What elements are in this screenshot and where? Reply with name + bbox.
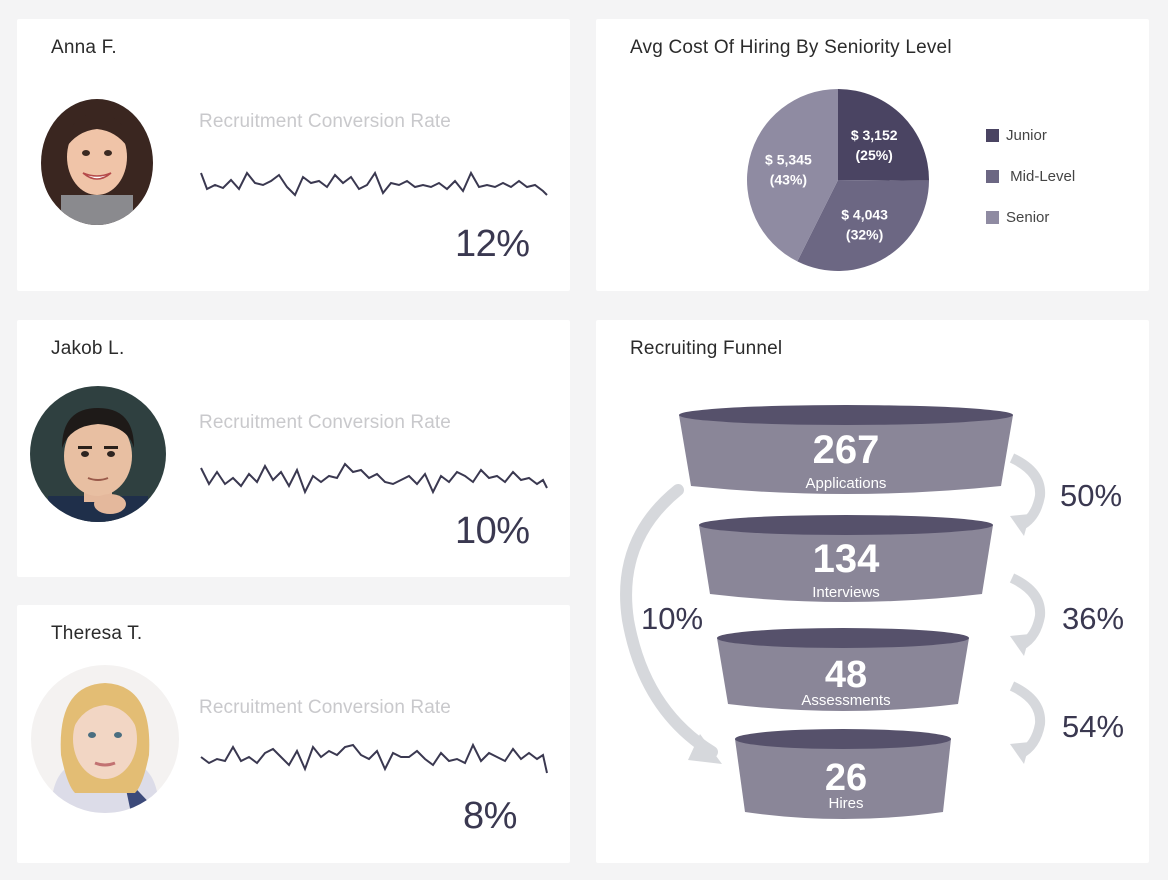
legend-item-senior[interactable]: Senior (986, 207, 1075, 227)
sparkline (200, 462, 548, 495)
slice-percent-label: (43%) (770, 171, 807, 187)
stage-label: Assessments (801, 692, 890, 709)
man-dark-hair-portrait-icon (30, 386, 166, 522)
metric-label: Recruitment Conversion Rate (199, 412, 451, 433)
step-rate-interviews-to-assessments: 36% (1062, 601, 1125, 636)
stage-number: 26 (825, 757, 867, 799)
stage-label: Hires (828, 795, 863, 812)
sparkline (200, 170, 548, 197)
pie-chart-title: Avg Cost Of Hiring By Seniority Level (630, 37, 952, 58)
stage-label: Interviews (812, 584, 880, 601)
overall-conversion-rate: 10% (641, 601, 704, 636)
legend-swatch (986, 169, 999, 183)
avatar (39, 91, 155, 225)
stage-number: 134 (813, 537, 880, 581)
person-name: Jakob L. (51, 338, 125, 359)
woman-brunette-portrait-icon (39, 91, 155, 225)
cost-by-seniority-card: Avg Cost Of Hiring By Seniority Level $ … (596, 19, 1149, 291)
funnel-diagram: 267 Applications 134 Interviews 48 Asses… (620, 405, 1046, 819)
conversion-rate-value: 12% (455, 223, 530, 265)
legend-item-mid-level[interactable]: Mid-Level (986, 166, 1075, 186)
step-rate-assessments-to-hires: 54% (1062, 709, 1125, 744)
legend-label: Junior (1006, 126, 1047, 144)
step-arrowhead-icon (1010, 742, 1030, 764)
pie-chart: $ 3,152 (25%) $ 4,043 (32%) $ 5,345 (43%) (747, 89, 929, 271)
person-card-theresa: Theresa T. Recruitment Conversion Rate 8… (17, 605, 570, 863)
stage-number: 48 (825, 654, 867, 696)
legend-item-junior[interactable]: Junior (986, 125, 1075, 145)
step-arrowhead-icon (1010, 634, 1030, 656)
legend-swatch (986, 128, 999, 142)
conversion-rate-value: 8% (463, 795, 517, 837)
stage-label: Applications (806, 475, 887, 492)
sparkline (200, 742, 548, 774)
person-card-anna: Anna F. Recruitment Conversion Rate 12% (17, 19, 570, 291)
slice-amount-label: $ 5,345 (765, 151, 812, 167)
person-name: Anna F. (51, 37, 117, 58)
slice-percent-label: (25%) (856, 147, 893, 163)
pie-legend: Junior Mid-Level Senior (986, 125, 1075, 248)
person-card-jakob: Jakob L. Recruitment Conversion Rate 10% (17, 320, 570, 577)
recruiting-funnel-card: Recruiting Funnel 267 Applications 134 I… (596, 320, 1149, 863)
step-rate-applications-to-interviews: 50% (1060, 478, 1123, 513)
step-arrowhead-icon (1010, 514, 1030, 536)
legend-label: Senior (1006, 208, 1050, 226)
woman-blonde-portrait-icon (31, 665, 179, 813)
slice-amount-label: $ 4,043 (841, 206, 888, 222)
conversion-rate-value: 10% (455, 510, 530, 552)
person-name: Theresa T. (51, 623, 143, 644)
slice-percent-label: (32%) (846, 226, 883, 242)
avatar (31, 665, 179, 813)
slice-amount-label: $ 3,152 (851, 127, 898, 143)
stage-number: 267 (813, 428, 880, 472)
metric-label: Recruitment Conversion Rate (199, 697, 451, 718)
legend-label: Mid-Level (1006, 167, 1076, 185)
avatar (30, 386, 166, 522)
legend-swatch (986, 210, 999, 224)
metric-label: Recruitment Conversion Rate (199, 111, 451, 132)
